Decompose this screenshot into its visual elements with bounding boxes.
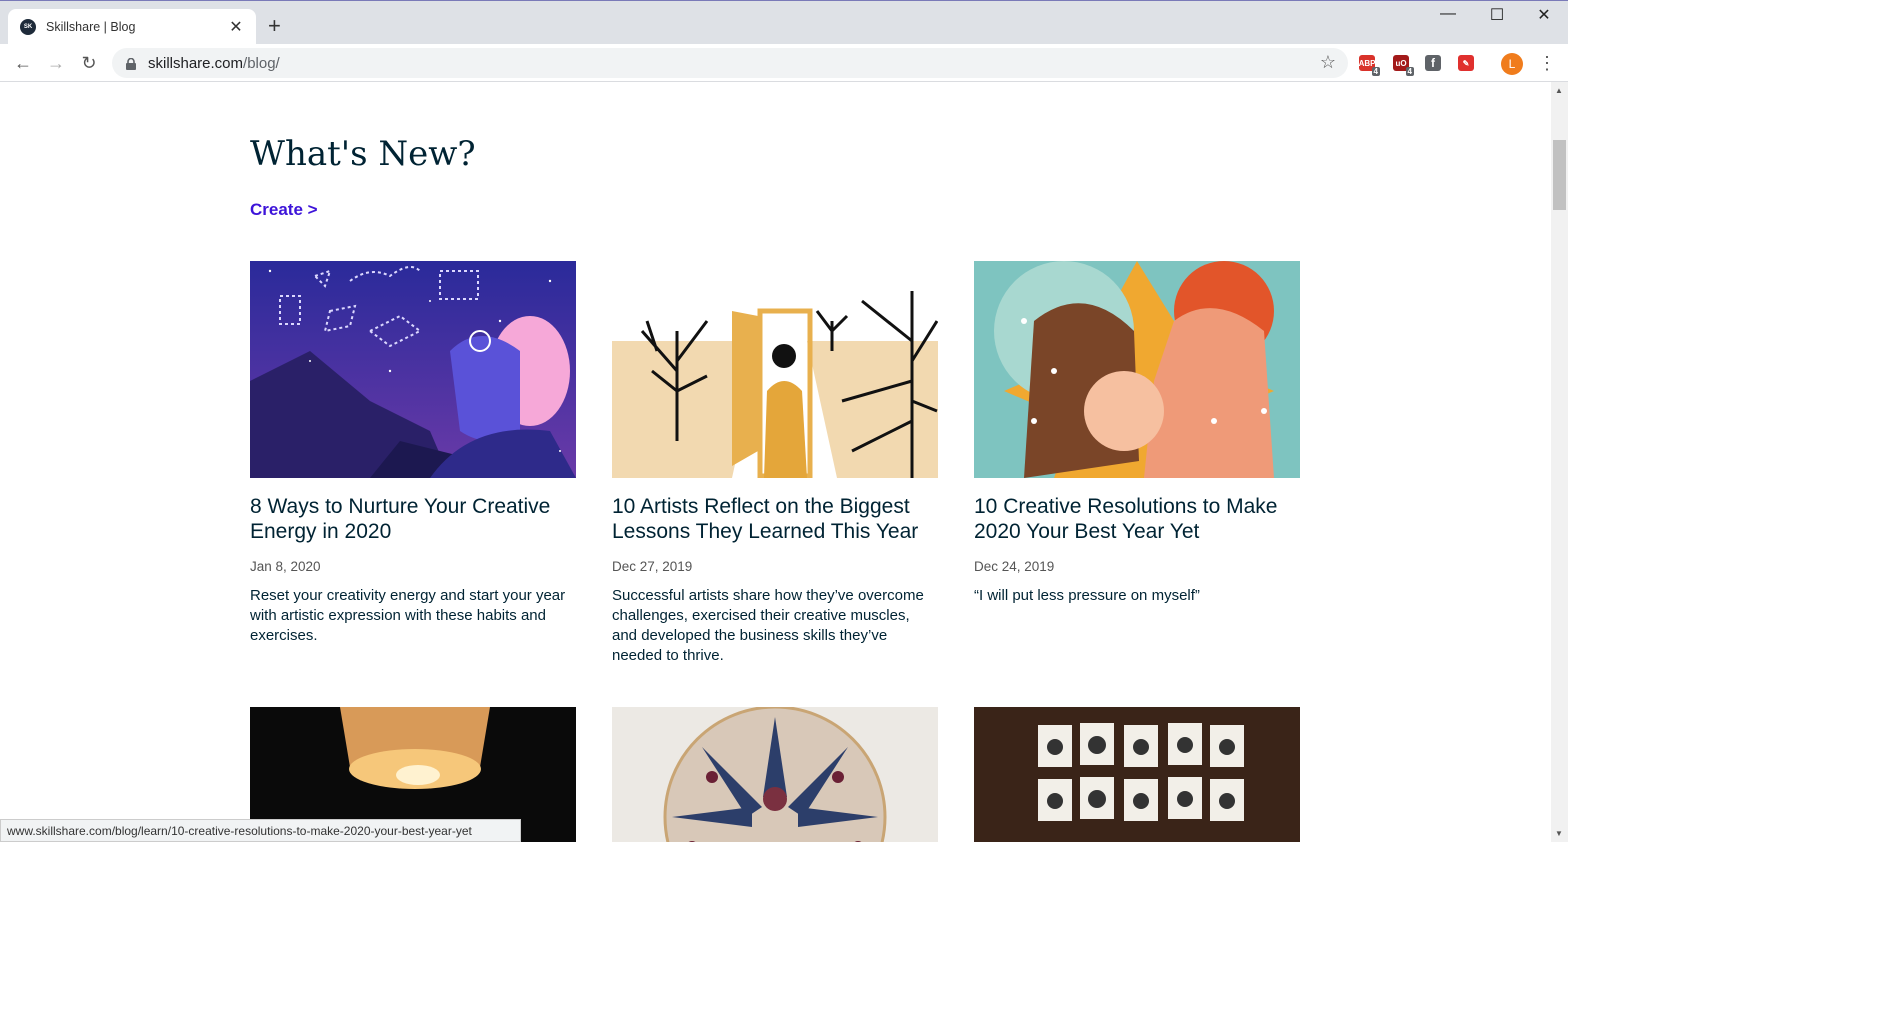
lock-icon [126, 57, 136, 70]
maximize-icon[interactable]: ☐ [1477, 5, 1517, 25]
article-image-night-sky[interactable] [250, 261, 576, 478]
tab-strip: SK Skillshare | Blog ✕ + — ☐ ✕ [0, 0, 1568, 45]
browser-menu-icon[interactable]: ⋮ [1538, 53, 1556, 74]
forward-arrow-icon[interactable]: → [44, 51, 68, 75]
adblock-extension-icon[interactable]: ABP 4 [1359, 55, 1380, 76]
create-category-link[interactable]: Create > [250, 200, 318, 220]
scroll-up-arrow-icon[interactable]: ▲ [1555, 86, 1563, 95]
article-image-drawings-wall[interactable] [974, 707, 1300, 842]
close-tab-icon[interactable]: ✕ [228, 17, 244, 37]
tab-title: Skillshare | Blog [46, 20, 136, 34]
page-content: What's New? Create > 8 Ways to Nurture Y… [0, 82, 1551, 842]
pin-extension-icon[interactable]: ✎ [1458, 55, 1474, 71]
article-card[interactable] [612, 707, 938, 842]
profile-avatar[interactable]: L [1501, 53, 1523, 75]
article-title[interactable]: 10 Creative Resolutions to Make 2020 You… [974, 494, 1300, 544]
ublock-extension-icon[interactable]: uO 4 [1393, 55, 1414, 76]
browser-toolbar: ← → ↻ skillshare.com/blog/ ☆ ABP 4 uO 4 f … [0, 44, 1568, 82]
skillshare-favicon-icon: SK [20, 19, 36, 35]
article-image-door[interactable] [612, 261, 938, 478]
article-description: “I will put less pressure on myself” [974, 587, 1200, 604]
article-card[interactable]: 10 Creative Resolutions to Make 2020 You… [974, 261, 1300, 606]
scroll-thumb[interactable] [1553, 140, 1566, 210]
status-bar-url: www.skillshare.com/blog/learn/10-creativ… [0, 819, 521, 842]
page-title: What's New? [250, 134, 476, 174]
article-image-embroidery[interactable] [612, 707, 938, 842]
article-card[interactable]: 10 Artists Reflect on the Biggest Lesson… [612, 261, 938, 666]
address-bar[interactable]: skillshare.com/blog/ ☆ [112, 48, 1348, 78]
article-date: Jan 8, 2020 [250, 559, 321, 574]
minimize-icon[interactable]: — [1428, 5, 1468, 23]
browser-tab[interactable]: SK Skillshare | Blog ✕ [8, 9, 256, 45]
article-date: Dec 24, 2019 [974, 559, 1055, 574]
close-window-icon[interactable]: ✕ [1524, 5, 1564, 25]
article-title[interactable]: 8 Ways to Nurture Your Creative Energy i… [250, 494, 576, 544]
vertical-scrollbar[interactable]: ▲ ▼ [1551, 82, 1568, 842]
scroll-down-arrow-icon[interactable]: ▼ [1555, 829, 1563, 838]
article-card[interactable]: 8 Ways to Nurture Your Creative Energy i… [250, 261, 576, 646]
article-card[interactable] [974, 707, 1300, 842]
bookmark-star-icon[interactable]: ☆ [1320, 52, 1336, 73]
article-image-two-women[interactable] [974, 261, 1300, 478]
reload-icon[interactable]: ↻ [77, 51, 101, 75]
article-description: Successful artists share how they’ve ove… [612, 587, 924, 664]
back-arrow-icon[interactable]: ← [11, 51, 35, 75]
new-tab-button[interactable]: + [268, 13, 281, 39]
article-title[interactable]: 10 Artists Reflect on the Biggest Lesson… [612, 494, 938, 544]
article-date: Dec 27, 2019 [612, 559, 693, 574]
url-text: skillshare.com/blog/ [148, 54, 280, 72]
article-description: Reset your creativity energy and start y… [250, 587, 566, 644]
facebook-extension-icon[interactable]: f [1425, 55, 1441, 71]
